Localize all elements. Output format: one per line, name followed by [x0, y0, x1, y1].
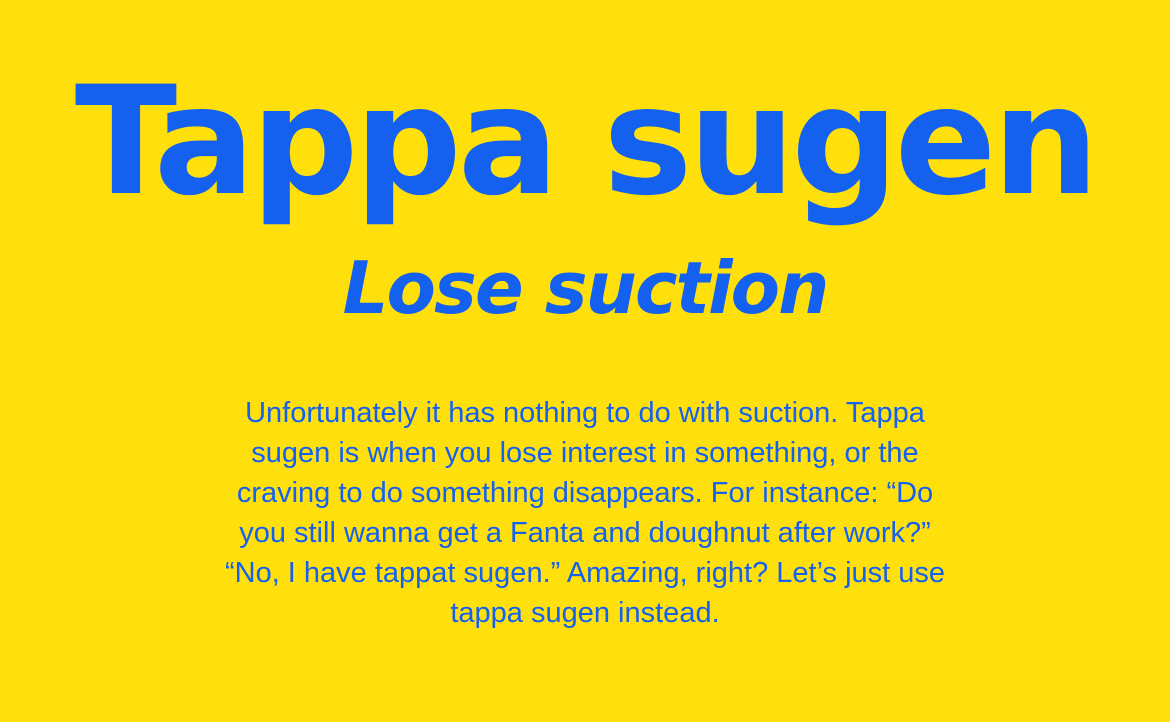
description-line: sugen is when you lose interest in somet…: [251, 437, 919, 469]
description-line: tappa sugen instead.: [450, 597, 720, 629]
word-card: Tappa sugen Lose suction Unfortunately i…: [0, 0, 1170, 722]
description-line: Unfortunately it has nothing to do with …: [245, 397, 925, 429]
subtitle-translation: Lose suction: [342, 246, 830, 330]
description-paragraph: Unfortunately it has nothing to do with …: [0, 393, 1170, 633]
headline: Tappa sugen: [74, 55, 1099, 229]
description-line: “No, I have tappat sugen.” Amazing, righ…: [224, 557, 946, 589]
description-line: craving to do something disappears. For …: [236, 477, 934, 509]
description-line: you still wanna get a Fanta and doughnut…: [239, 517, 931, 549]
